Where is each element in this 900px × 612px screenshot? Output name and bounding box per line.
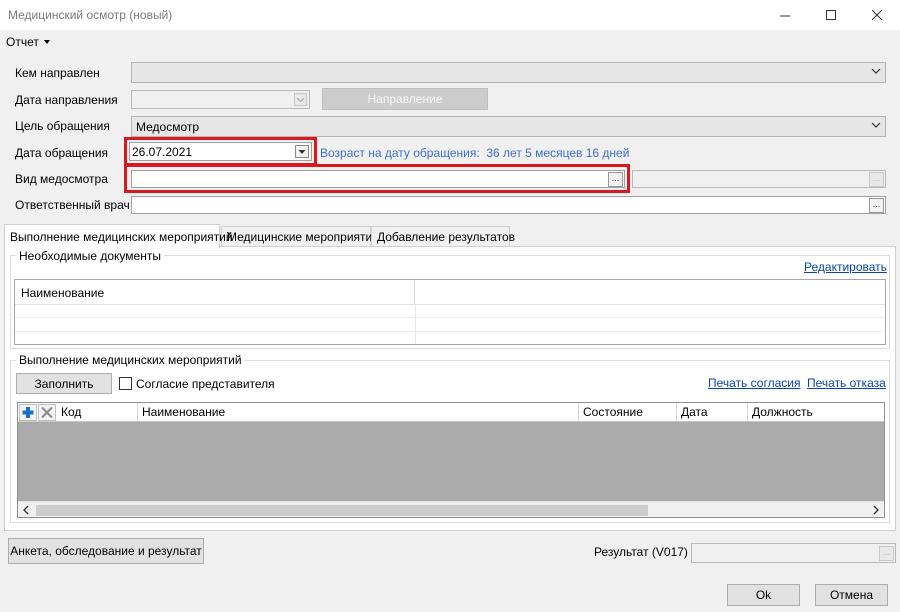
menu-bar: Отчет [0, 32, 900, 52]
fill-button-label: Заполнить [34, 376, 94, 391]
chevron-down-icon [296, 97, 305, 103]
ok-button[interactable]: Ok [727, 584, 800, 606]
visit-date-field[interactable]: 26.07.2021 [129, 142, 312, 161]
referral-button-label: Направление [367, 92, 443, 106]
column-header-date-label: Дата [681, 405, 708, 419]
print-consent-link[interactable]: Печать согласия [708, 376, 800, 390]
row-separator [415, 332, 416, 344]
exam-type-code-browse-button: ... [869, 172, 884, 187]
tab-label: Медицинские мероприятия [227, 230, 379, 244]
activities-group-title: Выполнение медицинских мероприятий [16, 353, 245, 367]
scroll-right-button[interactable] [868, 502, 884, 517]
exam-type-code-field: ... [632, 170, 886, 188]
scroll-left-button[interactable] [18, 502, 34, 517]
row-separator [415, 305, 416, 318]
column-header-code[interactable]: Код [57, 403, 138, 421]
responsible-doctor-browse-button[interactable]: ... [869, 198, 884, 213]
referral-date-label: Дата направления [15, 93, 118, 107]
chevron-down-icon [298, 150, 306, 154]
close-button[interactable] [854, 0, 900, 30]
column-header-status-label: Состояние [583, 405, 643, 419]
referred-by-combo[interactable] [131, 62, 886, 83]
column-header-name: Наименование [21, 286, 105, 300]
chevron-down-icon [871, 68, 881, 74]
menu-report[interactable]: Отчет [6, 35, 50, 49]
result-field: ... [691, 543, 896, 563]
chevron-left-icon [23, 505, 29, 515]
table-row[interactable] [15, 318, 885, 332]
tab-label: Выполнение медицинских мероприятий [10, 229, 233, 244]
column-header-name-label: Наименование [142, 405, 226, 419]
age-on-visit-text: Возраст на дату обращения: 36 лет 5 меся… [320, 146, 630, 160]
column-header-code-label: Код [61, 405, 82, 419]
edit-documents-link[interactable]: Редактировать [804, 260, 887, 274]
purpose-value: Медосмотр [136, 120, 200, 134]
tab-label: Добавление результатов [377, 230, 516, 244]
row-separator [415, 318, 416, 332]
window-title: Медицинский осмотр (новый) [8, 8, 173, 22]
tab-medical-activities[interactable]: Медицинские мероприятия [221, 226, 379, 247]
purpose-label: Цель обращения [15, 119, 110, 133]
delete-row-button[interactable] [38, 404, 56, 421]
documents-group-title: Необходимые документы [16, 249, 164, 263]
exam-type-browse-button[interactable]: ... [608, 172, 623, 187]
chevron-right-icon [873, 505, 879, 515]
cancel-button-label: Отмена [829, 588, 874, 602]
scrollbar-thumb[interactable] [36, 505, 648, 516]
referred-by-label: Кем направлен [15, 66, 100, 80]
menu-report-label: Отчет [6, 35, 39, 49]
cancel-button[interactable]: Отмена [815, 584, 888, 606]
title-bar: Медицинский осмотр (новый) [0, 0, 900, 30]
survey-results-button[interactable]: Анкета, обследование и результат [8, 538, 204, 564]
close-icon [871, 9, 882, 20]
maximize-icon [825, 9, 836, 20]
documents-grid-header[interactable]: Наименование [15, 280, 415, 305]
fill-button[interactable]: Заполнить [16, 373, 112, 394]
chevron-down-icon [871, 122, 881, 128]
table-row[interactable] [15, 332, 885, 344]
consent-checkbox-label: Согласие представителя [136, 377, 275, 391]
result-label: Результат (V017) [594, 545, 688, 559]
referral-date-field[interactable] [131, 90, 310, 109]
visit-date-label: Дата обращения [15, 146, 109, 160]
minimize-button[interactable] [762, 0, 808, 30]
medical-exam-window: Медицинский осмотр (новый) Отчет Кем нап… [0, 0, 900, 612]
maximize-button[interactable] [808, 0, 854, 30]
minimize-icon [779, 15, 790, 16]
responsible-doctor-label: Ответственный врач [15, 198, 130, 212]
referral-button[interactable]: Направление [322, 88, 488, 110]
delete-x-icon [41, 406, 53, 419]
responsible-doctor-field[interactable]: ... [131, 196, 886, 214]
print-refusal-link[interactable]: Печать отказа [807, 376, 886, 390]
dropdown-arrow-icon [43, 40, 50, 44]
consent-checkbox[interactable] [119, 377, 132, 390]
tab-activities-execution[interactable]: Выполнение медицинских мероприятий [4, 224, 233, 248]
survey-results-button-label: Анкета, обследование и результат [10, 544, 202, 558]
activities-grid-header: Код Наименование Состояние Дата Должност… [18, 403, 884, 422]
exam-type-label: Вид медосмотра [15, 172, 108, 186]
tab-add-results[interactable]: Добавление результатов [371, 226, 515, 247]
visit-date-picker-button[interactable] [295, 145, 309, 158]
column-header-status[interactable]: Состояние [579, 403, 677, 421]
column-header-date[interactable]: Дата [677, 403, 748, 421]
column-header-name[interactable]: Наименование [138, 403, 579, 421]
column-header-position[interactable]: Должность [748, 403, 884, 421]
plus-icon [22, 407, 34, 418]
add-row-button[interactable] [19, 404, 37, 421]
purpose-combo[interactable]: Медосмотр [131, 116, 886, 137]
horizontal-scrollbar[interactable] [18, 501, 884, 517]
documents-grid-header-filler [415, 280, 885, 305]
ok-button-label: Ok [755, 588, 772, 602]
referral-date-picker-button[interactable] [294, 93, 307, 106]
documents-grid: Наименование [14, 279, 886, 345]
visit-date-value: 26.07.2021 [132, 145, 193, 159]
result-browse-button: ... [879, 546, 894, 561]
column-header-position-label: Должность [752, 405, 813, 419]
exam-type-field[interactable]: ... [131, 170, 625, 188]
table-row[interactable] [15, 305, 885, 318]
activities-grid: Код Наименование Состояние Дата Должност… [17, 402, 885, 518]
